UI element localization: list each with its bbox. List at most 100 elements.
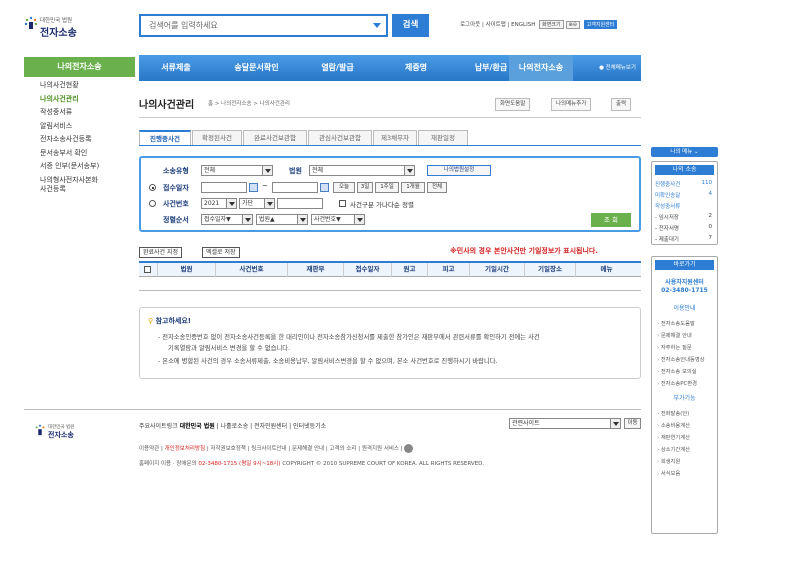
- calendar-icon[interactable]: [249, 183, 258, 192]
- date-3day-button[interactable]: 3일: [357, 182, 373, 193]
- zoom-buttons[interactable]: ⊕⊖: [565, 21, 580, 29]
- go-button[interactable]: 이동: [624, 418, 641, 429]
- nav-item-certificate[interactable]: 제증명: [375, 55, 457, 81]
- my-case-row[interactable]: - 전자서명 0: [655, 224, 715, 232]
- my-case-row[interactable]: - 제출대기 7: [655, 235, 715, 243]
- usage-link[interactable]: 자주하는 질문: [657, 343, 692, 351]
- left-menu-item[interactable]: 문서송부서 확인: [24, 147, 135, 161]
- nav-item-delivery[interactable]: 송달문서확인: [213, 55, 300, 81]
- tab-trial-schedule[interactable]: 재판일정: [418, 130, 468, 146]
- nav-item-submit[interactable]: 서류제출: [139, 55, 213, 81]
- excel-save-button[interactable]: 엑셀로 저장: [202, 247, 240, 258]
- left-menu-item[interactable]: 전자소송사건등록: [24, 133, 135, 147]
- date-all-button[interactable]: 전체: [427, 182, 447, 193]
- column-header[interactable]: 기일시간: [469, 263, 524, 277]
- my-menu-button[interactable]: 나의 메뉴 ⌄: [651, 147, 718, 157]
- tab-third-debtor[interactable]: 제3채무자: [373, 130, 417, 146]
- feature-link[interactable]: 회생지원: [657, 457, 681, 465]
- case-number-input[interactable]: [277, 198, 323, 209]
- feature-link[interactable]: 서식모음: [657, 469, 681, 477]
- search-input[interactable]: 검색어를 입력하세요: [139, 14, 388, 37]
- court-select[interactable]: 전체: [309, 165, 415, 176]
- my-court-setting-button[interactable]: 나의법원설정: [427, 165, 491, 176]
- receipt-end-input[interactable]: [272, 182, 318, 193]
- my-case-row[interactable]: 미확인송달 4: [655, 191, 715, 199]
- top-links[interactable]: 로그아웃 | 사이트맵 | ENGLISH 화면크기 ⊕⊖ 고객지원센터: [460, 20, 618, 29]
- usage-link[interactable]: 전자소송 모의실: [657, 367, 697, 375]
- left-menu-item[interactable]: 알림서비스: [24, 120, 135, 134]
- left-menu-title[interactable]: 나의전자소송: [24, 57, 135, 77]
- left-menu-item[interactable]: 나의형사전자사본화: [24, 174, 135, 186]
- case-type-select[interactable]: 전체: [201, 165, 273, 176]
- help-button[interactable]: 화면도움말: [495, 98, 531, 111]
- date-1month-button[interactable]: 1개월: [401, 182, 425, 193]
- column-header[interactable]: 접수일자: [343, 263, 391, 277]
- search-button[interactable]: 검색: [392, 14, 429, 37]
- sort-order-select-3[interactable]: 사건번호▼: [311, 214, 365, 225]
- case-number-radio[interactable]: [149, 200, 156, 207]
- related-site-select[interactable]: 관련사이트: [509, 418, 621, 429]
- left-menu-item[interactable]: 나의사건현황: [24, 79, 135, 93]
- usage-link[interactable]: 전자소송PC환경: [657, 379, 697, 387]
- support-center-label[interactable]: 사용자지원센터: [652, 277, 717, 286]
- feature-link[interactable]: 전화발송(안): [657, 409, 690, 417]
- select-all-checkbox[interactable]: [144, 266, 151, 273]
- column-header[interactable]: 메뉴: [575, 263, 637, 277]
- receipt-date-radio[interactable]: [149, 184, 156, 191]
- date-today-button[interactable]: 오늘: [333, 182, 355, 193]
- print-label: 출력: [616, 101, 627, 107]
- sort-gana-checkbox[interactable]: [339, 200, 346, 207]
- top-links-text[interactable]: 로그아웃 | 사이트맵 | ENGLISH: [460, 22, 535, 28]
- left-menu-item[interactable]: 작성중서류: [24, 106, 135, 120]
- footer-link[interactable]: 전자민원센터: [254, 423, 287, 430]
- site-logo[interactable]: 대한민국 법원 전자소송: [24, 14, 94, 40]
- chevron-down-icon[interactable]: [373, 23, 381, 28]
- archive-complete-button[interactable]: 완료사건 지정: [139, 247, 183, 258]
- usage-link[interactable]: 문제해결 안내: [657, 331, 692, 339]
- receipt-start-input[interactable]: [201, 182, 247, 193]
- tab-completed-archive[interactable]: 완료사건보관함: [243, 130, 307, 146]
- nav-item-view[interactable]: 열람/발급: [300, 55, 375, 81]
- nav-item-my-ecourt[interactable]: 나의전자소송: [509, 55, 573, 81]
- tab-in-progress[interactable]: 진행중사건: [139, 130, 191, 146]
- year-select[interactable]: 2021: [201, 198, 237, 209]
- column-header[interactable]: 재판부: [287, 263, 343, 277]
- column-header[interactable]: 사건번호: [215, 263, 287, 277]
- date-1week-button[interactable]: 1주일: [375, 182, 399, 193]
- left-menu-item-active[interactable]: 나의사건관리: [24, 93, 135, 107]
- help-center-button[interactable]: 고객지원센터: [583, 20, 618, 29]
- query-button[interactable]: 조 회: [591, 213, 631, 227]
- feature-link[interactable]: 상소기간계산: [657, 445, 690, 453]
- footer-policy-pre[interactable]: 이용약관 |: [139, 446, 165, 452]
- column-header[interactable]: 법원: [157, 263, 215, 277]
- column-header[interactable]: 기일장소: [524, 263, 575, 277]
- tab-interest-archive[interactable]: 관심사건보관함: [308, 130, 372, 146]
- all-menu-link[interactable]: ● 전체메뉴보기: [599, 63, 636, 71]
- left-menu-item-cont[interactable]: 사건등록: [24, 185, 135, 197]
- column-header[interactable]: 피고: [427, 263, 469, 277]
- notice-line: - 본소에 병합된 사건의 경우 소송서류제출, 소송비용납부, 알림서비스변경…: [158, 358, 498, 365]
- calendar-icon[interactable]: [320, 183, 329, 192]
- shortcut-box: 바로가기 사용자지원센터 02-3480-1715 이용안내 전자소송도움말 문…: [651, 256, 718, 534]
- add-my-menu-button[interactable]: 나의메뉴추가: [551, 98, 592, 111]
- privacy-policy-link[interactable]: 개인정보처리방침: [165, 446, 205, 452]
- feature-link[interactable]: 소송비용계산: [657, 421, 690, 429]
- sort-order-select-2[interactable]: 법원▲: [256, 214, 308, 225]
- tab-confirmed[interactable]: 확정된사건: [192, 130, 242, 146]
- table-bottom-line: [139, 290, 641, 291]
- footer-policy-post[interactable]: | 저작권보호정책 | 링크사이트안내 | 문제해결 안내 | 고객의 소리 |…: [205, 446, 403, 452]
- usage-link[interactable]: 전자소송안내동영상: [657, 355, 705, 363]
- usage-link[interactable]: 전자소송도움말: [657, 319, 695, 327]
- print-button[interactable]: 출력: [611, 98, 632, 111]
- footer-link[interactable]: 나홀로소송: [221, 423, 249, 430]
- column-header[interactable]: 원고: [391, 263, 427, 277]
- footer-link[interactable]: 인터넷등기소: [293, 423, 326, 430]
- case-gubun-select[interactable]: 가단: [239, 198, 275, 209]
- my-case-row[interactable]: 진행중사건 110: [655, 180, 715, 188]
- feature-link[interactable]: 재판연기계산: [657, 433, 690, 441]
- my-case-row[interactable]: 작성중서류: [655, 202, 715, 210]
- sort-order-select-1[interactable]: 접수일자▼: [201, 214, 253, 225]
- footer-link[interactable]: 대한민국 법원: [180, 423, 215, 430]
- my-case-row[interactable]: - 임시저장 2: [655, 213, 715, 221]
- left-menu-item[interactable]: 서증 인부(문서송부): [24, 160, 135, 174]
